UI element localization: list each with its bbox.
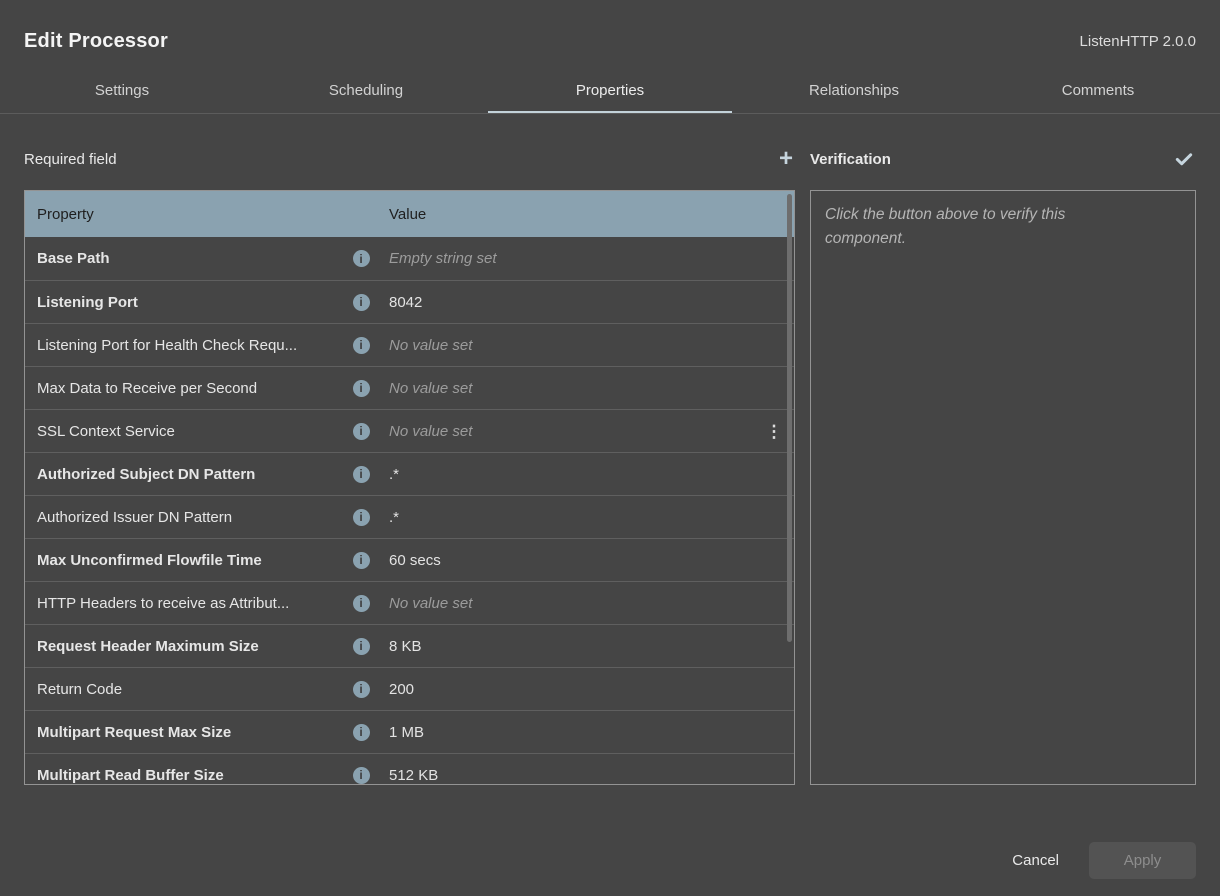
add-property-icon[interactable]: + xyxy=(777,148,795,170)
property-name: HTTP Headers to receive as Attribut... xyxy=(25,595,347,612)
table-row[interactable]: Authorized Issuer DN Pattern i .* xyxy=(25,495,794,538)
table-row[interactable]: Multipart Request Max Size i 1 MB xyxy=(25,710,794,753)
verify-properties-icon[interactable] xyxy=(1174,149,1196,169)
properties-column: Required field + Property Value Base Pat… xyxy=(24,114,795,785)
properties-table-header: Property Value xyxy=(25,191,794,237)
property-value[interactable]: 8 KB xyxy=(375,638,754,655)
column-header-value: Value xyxy=(375,206,754,223)
info-icon: i xyxy=(353,423,370,440)
table-row[interactable]: Multipart Read Buffer Size i 512 KB xyxy=(25,753,794,785)
info-icon: i xyxy=(353,595,370,612)
info-icon: i xyxy=(353,638,370,655)
property-value[interactable]: 1 MB xyxy=(375,724,754,741)
dialog-title: Edit Processor xyxy=(24,30,168,53)
properties-tab-content: Required field + Property Value Base Pat… xyxy=(0,114,1220,785)
row-menu-icon[interactable]: ⋮ xyxy=(766,423,783,440)
dialog-header: Edit Processor ListenHTTP 2.0.0 xyxy=(0,0,1220,53)
verification-results-panel: Click the button above to verify this co… xyxy=(810,190,1196,785)
property-value[interactable]: 60 secs xyxy=(375,552,754,569)
cancel-button[interactable]: Cancel xyxy=(1006,844,1065,877)
property-name: SSL Context Service xyxy=(25,423,347,440)
info-icon: i xyxy=(353,250,370,267)
property-name: Authorized Issuer DN Pattern xyxy=(25,509,347,526)
table-row[interactable]: Request Header Maximum Size i 8 KB xyxy=(25,624,794,667)
property-value[interactable]: .* xyxy=(375,509,754,526)
info-icon: i xyxy=(353,724,370,741)
property-name: Request Header Maximum Size xyxy=(25,638,347,655)
tab-properties[interactable]: Properties xyxy=(488,69,732,113)
property-value[interactable]: 200 xyxy=(375,681,754,698)
processor-type-version: ListenHTTP 2.0.0 xyxy=(1080,33,1196,50)
table-row[interactable]: Base Path i Empty string set xyxy=(25,237,794,280)
tab-relationships[interactable]: Relationships xyxy=(732,69,976,113)
tab-comments[interactable]: Comments xyxy=(976,69,1220,113)
table-row[interactable]: HTTP Headers to receive as Attribut... iN… xyxy=(25,581,794,624)
info-icon: i xyxy=(353,466,370,483)
required-field-label: Required field xyxy=(24,151,117,168)
table-row[interactable]: Listening Port i 8042 xyxy=(25,280,794,323)
property-name: Return Code xyxy=(25,681,347,698)
tab-settings[interactable]: Settings xyxy=(0,69,244,113)
property-rows: Base Path i Empty string set Listening Port… xyxy=(25,237,794,785)
info-icon: i xyxy=(353,767,370,784)
info-icon: i xyxy=(353,337,370,354)
property-name: Max Data to Receive per Second xyxy=(25,380,347,397)
tab-bar: Settings Scheduling Properties Relations… xyxy=(0,69,1220,114)
dialog-footer: Cancel Apply xyxy=(1006,842,1196,879)
properties-section-head: Required field + xyxy=(24,146,795,172)
table-row[interactable]: Return Code i 200 xyxy=(25,667,794,710)
info-icon: i xyxy=(353,380,370,397)
info-icon: i xyxy=(353,294,370,311)
property-name: Base Path xyxy=(25,250,347,267)
property-name: Max Unconfirmed Flowfile Time xyxy=(25,552,347,569)
table-row[interactable]: SSL Context Service i No value set ⋮ xyxy=(25,409,794,452)
info-icon: i xyxy=(353,681,370,698)
property-name: Multipart Read Buffer Size xyxy=(25,767,347,784)
property-value[interactable]: 512 KB xyxy=(375,767,754,784)
table-row[interactable]: Authorized Subject DN Pattern i .* xyxy=(25,452,794,495)
property-name: Multipart Request Max Size xyxy=(25,724,347,741)
column-header-property: Property xyxy=(25,206,347,223)
property-value[interactable]: No value set xyxy=(375,337,754,354)
verification-label: Verification xyxy=(810,151,891,168)
info-icon: i xyxy=(353,552,370,569)
table-row[interactable]: Max Unconfirmed Flowfile Time i 60 secs xyxy=(25,538,794,581)
verification-column: Verification Click the button above to v… xyxy=(810,114,1196,785)
property-value[interactable]: No value set xyxy=(375,595,754,612)
info-icon: i xyxy=(353,509,370,526)
property-value[interactable]: No value set xyxy=(375,423,754,440)
property-name: Authorized Subject DN Pattern xyxy=(25,466,347,483)
property-value[interactable]: Empty string set xyxy=(375,250,754,267)
tab-scheduling[interactable]: Scheduling xyxy=(244,69,488,113)
table-scrollbar-thumb[interactable] xyxy=(787,194,792,642)
verification-section-head: Verification xyxy=(810,146,1196,172)
property-name: Listening Port for Health Check Requ... xyxy=(25,337,347,354)
property-name: Listening Port xyxy=(25,294,347,311)
property-value[interactable]: 8042 xyxy=(375,294,754,311)
property-value[interactable]: No value set xyxy=(375,380,754,397)
table-row[interactable]: Listening Port for Health Check Requ... i… xyxy=(25,323,794,366)
property-value[interactable]: .* xyxy=(375,466,754,483)
verification-empty-message: Click the button above to verify this co… xyxy=(825,203,1125,251)
table-row[interactable]: Max Data to Receive per Second i No value … xyxy=(25,366,794,409)
apply-button[interactable]: Apply xyxy=(1089,842,1196,879)
properties-table: Property Value Base Path i Empty string se… xyxy=(24,190,795,785)
